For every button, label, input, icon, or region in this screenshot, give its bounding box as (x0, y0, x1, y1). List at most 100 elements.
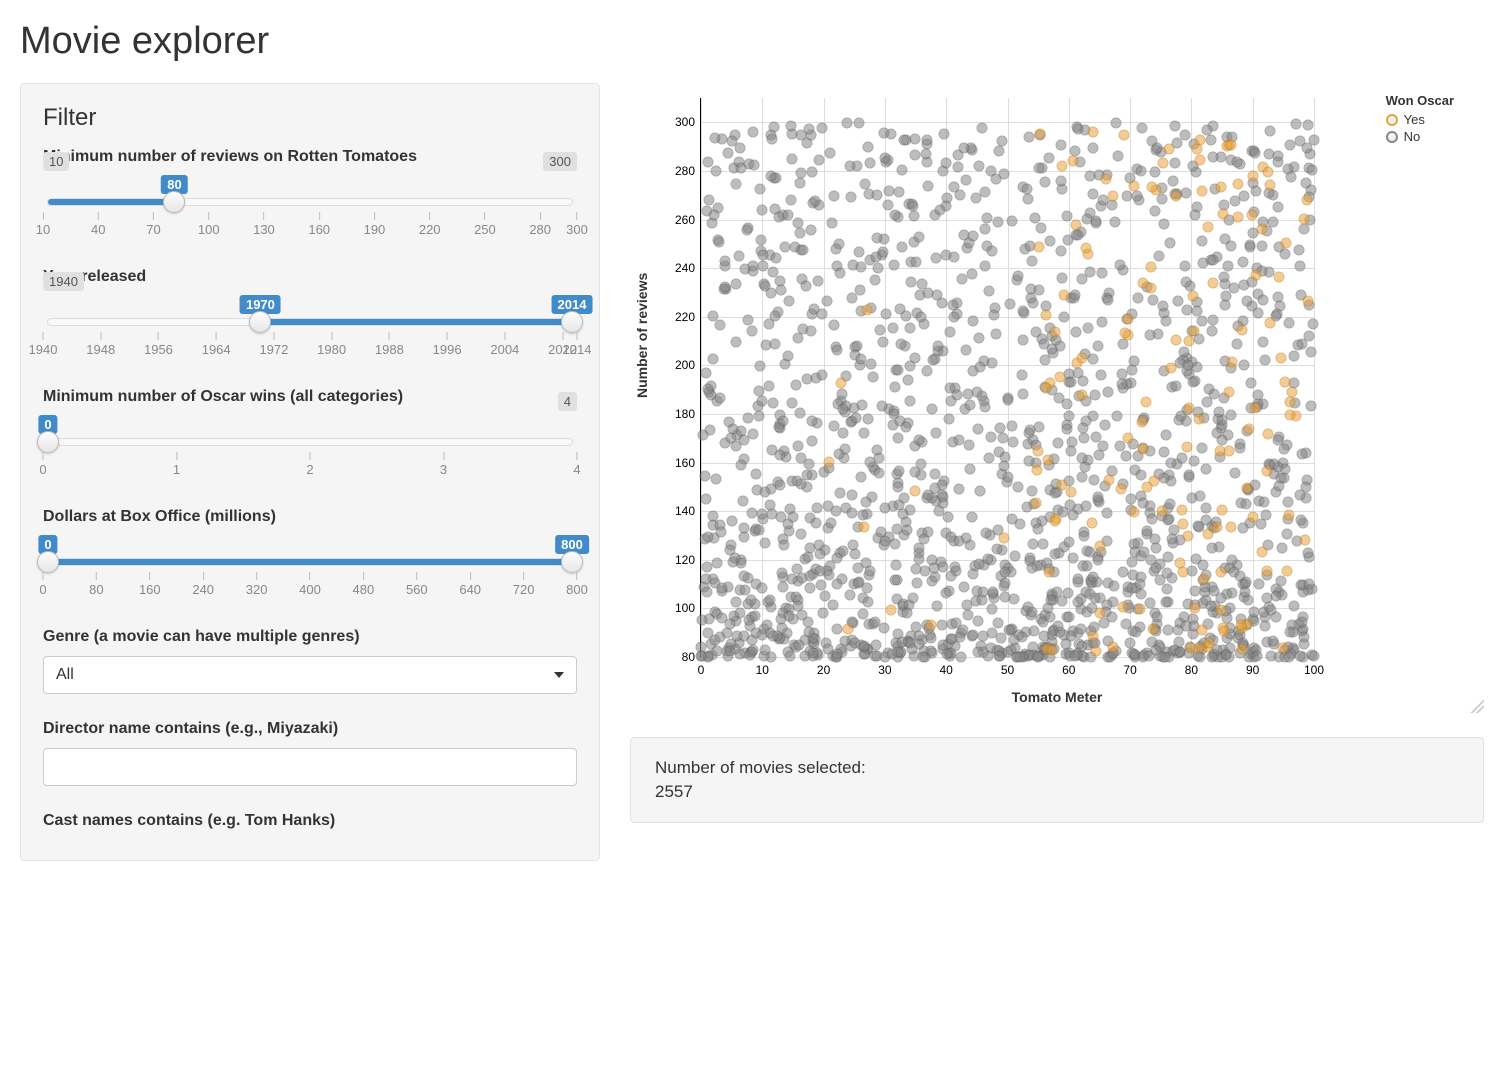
genre-select[interactable]: All (43, 656, 577, 694)
data-point (1135, 469, 1146, 480)
boxoffice-slider[interactable]: 0 800 080160240320400480560640720800 (43, 536, 577, 602)
resize-handle[interactable] (1470, 699, 1484, 713)
data-point (1197, 442, 1208, 453)
data-point (993, 617, 1004, 628)
data-point (896, 339, 907, 350)
year-handle-hi[interactable] (561, 311, 583, 333)
data-point (945, 396, 956, 407)
data-point (945, 570, 956, 581)
data-point (730, 279, 741, 290)
data-point (761, 619, 772, 630)
data-point (1300, 481, 1311, 492)
data-point (923, 527, 934, 538)
data-point (910, 133, 921, 144)
data-point (1052, 621, 1063, 632)
data-point (1277, 543, 1288, 554)
data-point (1184, 403, 1195, 414)
data-point (1007, 420, 1018, 431)
data-point (1294, 261, 1305, 272)
data-point (1146, 182, 1157, 193)
data-point (922, 180, 933, 191)
data-point (852, 562, 863, 573)
data-point (1080, 501, 1091, 512)
data-point (778, 582, 789, 593)
data-point (1259, 354, 1270, 365)
data-point (922, 134, 933, 145)
data-point (1000, 452, 1011, 463)
year-slider[interactable]: 1940 1970 2014 1940194819561964197219801… (43, 296, 577, 362)
director-input[interactable] (43, 748, 577, 786)
boxoffice-handle-hi[interactable] (561, 551, 583, 573)
data-point (749, 159, 760, 170)
boxoffice-label: Dollars at Box Office (millions) (43, 508, 577, 526)
data-point (1225, 241, 1236, 252)
data-point (1107, 612, 1118, 623)
data-point (1289, 600, 1300, 611)
data-point (960, 174, 971, 185)
oscars-slider[interactable]: 4 0 01234 (43, 416, 577, 482)
reviews-slider[interactable]: 10 300 80 104070100130160190220250280300 (43, 176, 577, 242)
oscars-handle[interactable] (37, 431, 59, 453)
data-point (817, 607, 828, 618)
data-point (1032, 651, 1043, 662)
data-point (1294, 244, 1305, 255)
data-point (745, 594, 756, 605)
data-point (901, 311, 912, 322)
data-point (846, 192, 857, 203)
reviews-min-label: 10 (43, 152, 69, 171)
data-point (894, 186, 905, 197)
data-point (856, 353, 867, 364)
data-point (1121, 450, 1132, 461)
data-point (791, 379, 802, 390)
data-point (1133, 292, 1144, 303)
data-point (879, 503, 890, 514)
data-point (911, 564, 922, 575)
data-point (793, 639, 804, 650)
data-point (1299, 535, 1310, 546)
data-point (1028, 625, 1039, 636)
data-point (922, 490, 933, 501)
data-point (949, 311, 960, 322)
data-point (776, 568, 787, 579)
data-point (805, 583, 816, 594)
x-axis-label: Tomato Meter (1012, 689, 1103, 705)
data-point (1044, 236, 1055, 247)
summary-well: Number of movies selected: 2557 (630, 737, 1484, 823)
data-point (1207, 651, 1218, 662)
data-point (939, 129, 950, 140)
data-point (1078, 423, 1089, 434)
legend-item-yes: Yes (1386, 112, 1454, 127)
data-point (1259, 620, 1270, 631)
data-point (862, 596, 873, 607)
year-handle-lo[interactable] (249, 311, 271, 333)
data-point (1243, 424, 1254, 435)
reviews-handle[interactable] (163, 191, 185, 213)
data-point (760, 486, 771, 497)
scatter-chart[interactable]: 0102030405060708090100801001201401601802… (630, 83, 1484, 713)
data-point (1183, 359, 1194, 370)
data-point (1258, 294, 1269, 305)
data-point (1191, 305, 1202, 316)
boxoffice-handle-lo[interactable] (37, 551, 59, 573)
data-point (1125, 494, 1136, 505)
data-point (886, 604, 897, 615)
data-point (1274, 271, 1285, 282)
data-point (814, 565, 825, 576)
data-point (1087, 127, 1098, 138)
data-point (855, 472, 866, 483)
data-point (1251, 651, 1262, 662)
data-point (1166, 457, 1177, 468)
data-point (1201, 397, 1212, 408)
data-point (806, 415, 817, 426)
data-point (786, 397, 797, 408)
data-point (1138, 498, 1149, 509)
data-point (937, 562, 948, 573)
data-point (832, 344, 843, 355)
data-point (1053, 437, 1064, 448)
data-point (1206, 135, 1217, 146)
data-point (1129, 181, 1140, 192)
data-point (769, 310, 780, 321)
data-point (1285, 397, 1296, 408)
data-point (1235, 442, 1246, 453)
data-point (1206, 326, 1217, 337)
